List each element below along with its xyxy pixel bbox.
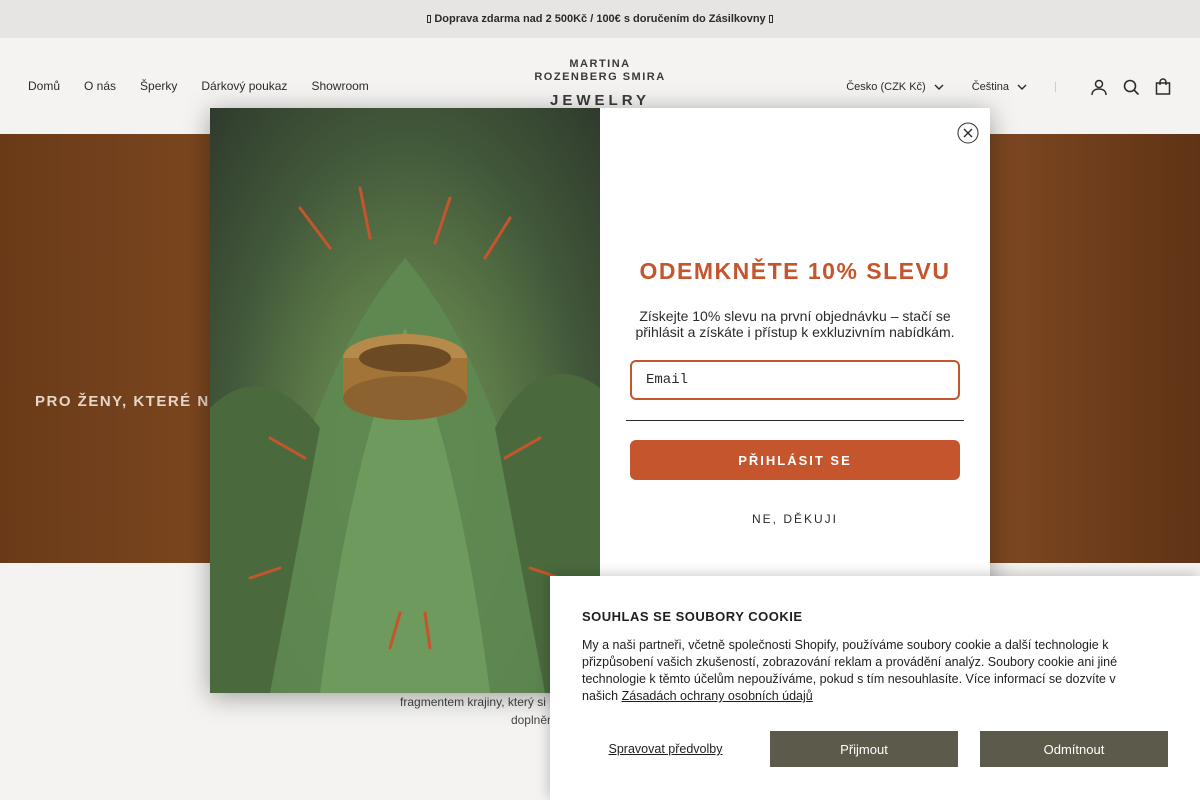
account-icon[interactable] [1090,78,1108,96]
privacy-policy-link[interactable]: Zásadách ochrany osobních údajů [622,689,813,703]
accept-button[interactable]: Přijmout [770,731,958,767]
popup-divider [626,420,964,421]
chevron-down-icon [934,84,944,90]
cactus-ring-photo [210,186,600,693]
nav-item-about[interactable]: O nás [84,79,116,93]
close-icon[interactable] [957,122,979,144]
nav-item-showroom[interactable]: Showroom [311,79,368,93]
logo-line3: JEWELRY [550,92,650,109]
chevron-down-icon [1017,84,1027,90]
popup-product-image [210,108,600,693]
hero-tagline: PRO ŽENY, KTERÉ NE [35,393,222,410]
manage-preferences-button[interactable]: Spravovat předvolby [582,731,749,767]
nav-item-gift-voucher[interactable]: Dárkový poukaz [201,79,287,93]
currency-selector[interactable]: Česko (CZK Kč) [846,81,944,93]
language-label: Čeština [971,81,1009,93]
cart-icon[interactable] [1154,78,1172,96]
announcement-bar: Doprava zdarma nad 2 500Kč / 100€ s doru… [0,0,1200,38]
subscribe-button[interactable]: PŘIHLÁSIT SE [630,440,960,480]
currency-label: Česko (CZK Kč) [846,81,926,93]
logo-line1: MARTINA [569,58,631,70]
nav-item-home[interactable]: Domů [28,79,60,93]
announcement-text: Doprava zdarma nad 2 500Kč / 100€ s doru… [434,13,766,25]
popup-title: ODEMKNĚTE 10% SLEVU [639,258,951,284]
header-divider [1055,82,1056,92]
search-icon[interactable] [1122,78,1140,96]
cookie-text-block: My a naši partneři, včetně společnosti S… [582,637,1152,705]
nav-item-jewelry[interactable]: Šperky [140,79,177,93]
decline-button[interactable]: NE, DĚKUJI [600,512,990,526]
site-logo[interactable]: MARTINA ROZENBERG SMIRA JEWELRY [520,58,680,109]
main-nav: Domů O nás Šperky Dárkový poukaz Showroo… [28,79,369,93]
language-selector[interactable]: Čeština [972,81,1027,93]
cookie-title: SOUHLAS SE SOUBORY COOKIE [582,609,803,624]
cookie-consent-banner: SOUHLAS SE SOUBORY COOKIE My a naši part… [550,576,1200,800]
header-utilities: Česko (CZK Kč) Čeština [846,78,1172,96]
logo-line2: ROZENBERG SMIRA [534,71,666,83]
reject-button[interactable]: Odmítnout [980,731,1168,767]
email-input[interactable] [630,360,960,400]
announcement-right-icon [768,15,773,23]
announcement-left-icon [427,15,432,23]
popup-description: Získejte 10% slevu na první objednávku –… [635,308,955,340]
